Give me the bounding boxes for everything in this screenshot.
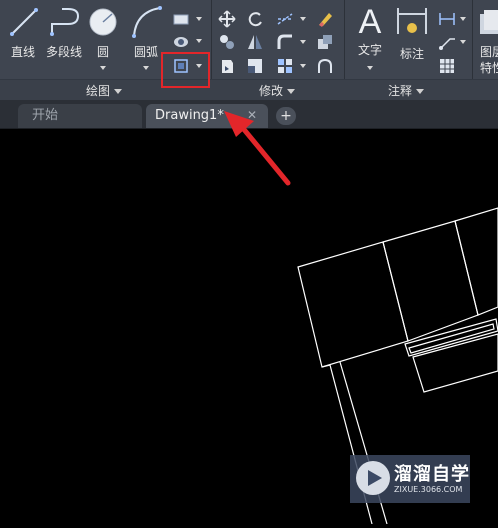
copy-icon[interactable] (218, 33, 236, 51)
arc-icon (132, 6, 162, 38)
annotation-panel-title-text: 注释 (388, 84, 413, 98)
arc-dropdown-icon[interactable] (143, 66, 149, 70)
line-icon (10, 8, 38, 36)
polyline-icon (50, 8, 80, 36)
scale-icon[interactable] (246, 57, 264, 75)
circle-icon (89, 8, 117, 36)
line-tool-button[interactable]: 直线 (6, 4, 40, 60)
highlight-box (161, 52, 210, 88)
array-dropdown-icon[interactable] (300, 64, 306, 68)
fillet-dropdown-icon[interactable] (300, 40, 306, 44)
dimension-icon (397, 8, 427, 34)
leader-icon[interactable] (438, 33, 456, 51)
circle-dropdown-icon[interactable] (100, 66, 106, 70)
erase-icon[interactable] (316, 10, 334, 28)
arc-tool-label: 圆弧 (133, 45, 158, 59)
watermark-subtitle: ZIXUE.3066.COM (394, 485, 463, 494)
cad-rect-3 (454, 207, 498, 316)
trim-dropdown-icon[interactable] (300, 17, 306, 21)
draw-panel-title-text: 绘图 (86, 84, 111, 98)
polyline-tool-button[interactable]: 多段线 (44, 4, 84, 60)
watermark: 溜溜自学 ZIXUE.3066.COM (350, 455, 470, 503)
hatch-icon[interactable] (172, 32, 190, 50)
layer-properties-icon[interactable] (478, 8, 498, 38)
cad-rect-1 (297, 241, 409, 368)
fillet-icon[interactable] (276, 33, 294, 51)
annotation-arrow-icon (224, 111, 291, 186)
array-icon[interactable] (276, 57, 294, 75)
hatch-dropdown-icon[interactable] (196, 39, 202, 43)
arc-tool-button[interactable]: 圆弧 (128, 4, 164, 70)
explode-icon[interactable] (316, 33, 334, 51)
modify-panel-expand-icon[interactable] (287, 89, 296, 94)
linear-dimension-icon[interactable] (438, 10, 456, 28)
dimension-tool-label: 标注 (399, 47, 424, 61)
move-icon[interactable] (218, 10, 236, 28)
rectangle-icon[interactable] (172, 10, 190, 28)
annotation-panel-title[interactable]: 注释 (388, 82, 425, 99)
dimension-tool-button[interactable]: 标注 (394, 4, 430, 62)
modify-panel-title-text: 修改 (259, 84, 284, 98)
layer-properties-label-line2: 特性 (480, 61, 498, 75)
cad-rect-2 (382, 220, 479, 342)
stretch-icon[interactable] (218, 57, 236, 75)
leader-dropdown-icon[interactable] (460, 40, 466, 44)
line-tool-label: 直线 (10, 45, 35, 59)
polyline-tool-label: 多段线 (45, 45, 82, 59)
circle-tool-button[interactable]: 圆 (88, 4, 118, 70)
offset-icon[interactable] (316, 57, 334, 75)
modify-panel-title[interactable]: 修改 (259, 82, 296, 99)
watermark-title: 溜溜自学 (394, 464, 470, 485)
linear-dimension-dropdown-icon[interactable] (460, 17, 466, 21)
mirror-icon[interactable] (246, 33, 264, 51)
annotation-panel-expand-icon[interactable] (416, 89, 425, 94)
trim-icon[interactable] (276, 10, 294, 28)
table-icon[interactable] (438, 57, 456, 75)
text-tool-button[interactable]: A 文字 (352, 3, 388, 70)
circle-tool-label: 圆 (96, 45, 109, 59)
text-dropdown-icon[interactable] (367, 66, 373, 70)
rotate-icon[interactable] (246, 10, 264, 28)
rectangle-dropdown-icon[interactable] (196, 17, 202, 21)
tab-start[interactable]: 开始 (18, 104, 142, 128)
draw-panel-title[interactable]: 绘图 (86, 82, 123, 99)
text-icon: A (358, 3, 382, 41)
draw-panel-expand-icon[interactable] (114, 89, 123, 94)
layer-properties-label-line1: 图层 (480, 45, 498, 59)
watermark-logo-icon (356, 461, 390, 495)
text-tool-label: 文字 (357, 43, 382, 57)
layer-properties-button[interactable]: 图层 特性 (480, 44, 498, 76)
